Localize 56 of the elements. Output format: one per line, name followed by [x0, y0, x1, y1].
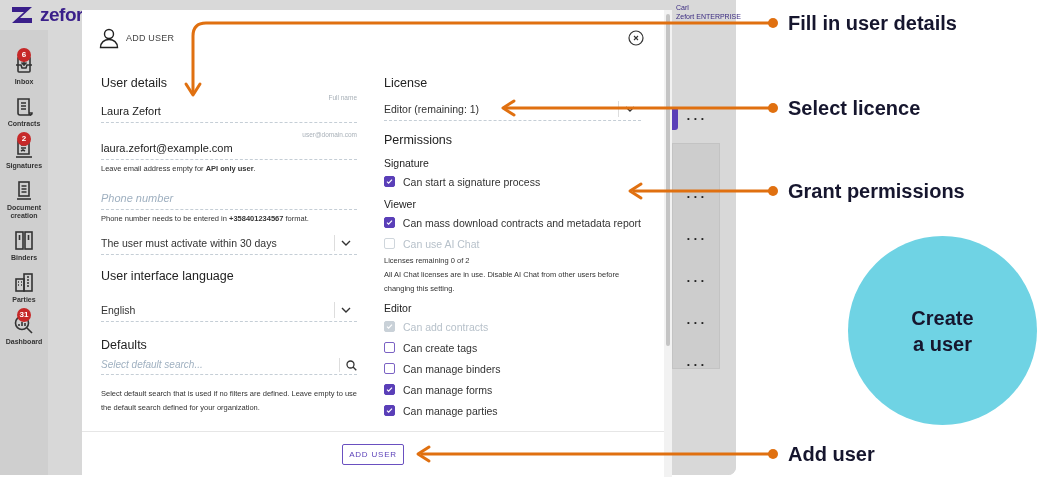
callout-label: Select licence	[788, 96, 921, 120]
count-badge: 6	[17, 48, 31, 62]
callout-label: Add user	[788, 442, 875, 466]
select-field[interactable]: English	[101, 299, 357, 322]
dialog-title: ADD USER	[126, 33, 175, 43]
checkbox[interactable]	[384, 363, 395, 374]
binders-icon[interactable]	[13, 230, 35, 252]
group-heading: Editor	[384, 302, 413, 314]
more-menu[interactable]: • • •	[672, 343, 720, 385]
buildings-icon[interactable]	[13, 272, 35, 294]
input-field[interactable]: Laura Zefort	[101, 103, 357, 123]
checkbox-label[interactable]: Can manage binders	[403, 362, 501, 375]
callout-text: Create a user	[910, 305, 975, 357]
user-icon	[98, 27, 120, 49]
search-icon[interactable]	[346, 359, 357, 371]
checkmark-icon	[385, 219, 393, 226]
section-heading: Defaults	[101, 338, 148, 352]
group-heading: Viewer	[384, 198, 417, 210]
more-menu[interactable]: • • •	[672, 97, 720, 139]
section-heading: License	[384, 76, 429, 90]
section-heading: User interface language	[101, 269, 235, 283]
chevron-down-icon	[341, 240, 351, 246]
checkbox[interactable]	[384, 176, 395, 187]
checkmark-icon	[386, 178, 393, 185]
count-badge: 31	[17, 308, 31, 322]
checkbox-label[interactable]: Can manage parties	[403, 404, 498, 417]
section-heading: Permissions	[384, 133, 454, 147]
checkbox[interactable]	[384, 384, 395, 395]
checkmark-icon	[386, 323, 393, 330]
more-menu[interactable]: • • •	[672, 259, 720, 301]
section-heading: User details	[101, 76, 168, 90]
add-user-button[interactable]: ADD USER	[342, 444, 404, 465]
scrollbar-thumb[interactable]	[666, 14, 670, 346]
more-menu[interactable]: • • •	[672, 217, 720, 259]
select-field[interactable]: Editor (remaining: 1)	[384, 98, 641, 121]
checkbox[interactable]	[384, 217, 395, 228]
close-button[interactable]	[628, 30, 644, 46]
input-field[interactable]: laura.zefort@example.com	[101, 140, 357, 160]
group-heading: Signature	[384, 157, 430, 169]
logo-text: zefor	[40, 4, 83, 26]
checkbox[interactable]	[384, 405, 395, 416]
callout-label: Grant permissions	[788, 179, 965, 203]
checkmark-icon	[386, 386, 393, 393]
checkbox-label[interactable]: Can manage forms	[403, 383, 493, 396]
count-badge: 2	[17, 132, 31, 146]
checkbox[interactable]	[384, 342, 395, 353]
checkbox-label[interactable]: Can create tags	[403, 341, 478, 354]
checkmark-icon	[386, 407, 393, 414]
callout-label: Fill in user details	[788, 11, 957, 35]
checkbox-label[interactable]: Can mass download contracts and metadata report	[402, 216, 641, 229]
more-menu[interactable]: • • •	[672, 175, 720, 217]
input-field[interactable]: Phone number	[101, 190, 357, 210]
checkbox-label[interactable]: Can start a signature process	[403, 175, 541, 188]
select-field[interactable]: The user must activate within 30 days	[101, 232, 357, 255]
chevron-down-icon	[341, 307, 351, 313]
more-menu[interactable]: • • •	[672, 301, 720, 343]
